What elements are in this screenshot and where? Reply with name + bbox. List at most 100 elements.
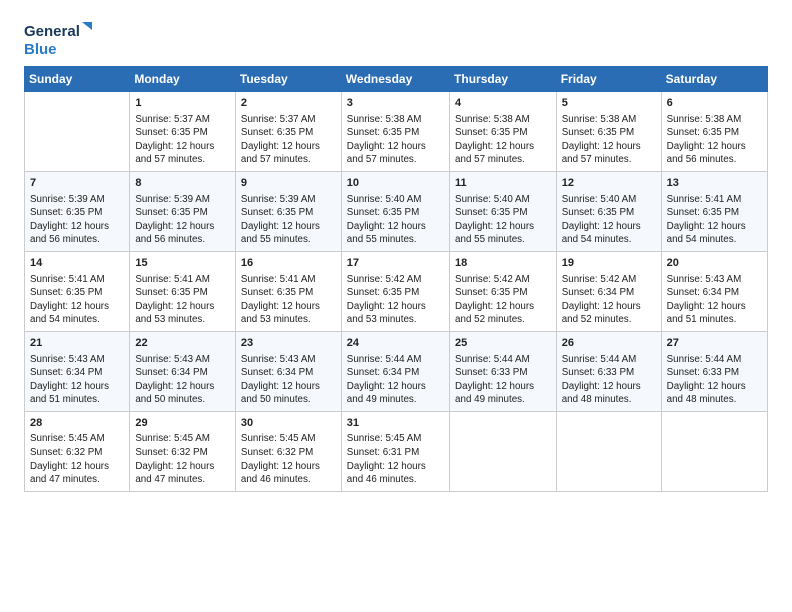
week-row-4: 21 Sunrise: 5:43 AMSunset: 6:34 PMDayligh… xyxy=(25,331,768,411)
calendar-cell xyxy=(25,92,130,172)
day-content: Sunrise: 5:42 AMSunset: 6:35 PMDaylight:… xyxy=(347,273,444,327)
header: General Blue xyxy=(24,18,768,60)
day-number: 23 xyxy=(241,336,336,351)
day-number: 19 xyxy=(562,256,656,271)
header-sunday: Sunday xyxy=(25,67,130,92)
day-number: 15 xyxy=(135,256,230,271)
day-content: Sunrise: 5:45 AMSunset: 6:32 PMDaylight:… xyxy=(241,432,336,486)
calendar-cell: 25Sunrise: 5:44 AMSunset: 6:33 PMDayligh… xyxy=(450,331,557,411)
day-number: 13 xyxy=(667,176,762,191)
calendar-cell: 11 Sunrise: 5:40 AMSunset: 6:35 PMDayligh… xyxy=(450,171,557,251)
header-thursday: Thursday xyxy=(450,67,557,92)
day-content: Sunrise: 5:43 AMSunset: 6:34 PMDaylight:… xyxy=(135,353,230,407)
header-saturday: Saturday xyxy=(661,67,767,92)
calendar-cell: 4 Sunrise: 5:38 AMSunset: 6:35 PMDaylight… xyxy=(450,92,557,172)
day-content: Sunrise: 5:43 AMSunset: 6:34 PMDaylight:… xyxy=(30,353,124,407)
day-content: Sunrise: 5:40 AMSunset: 6:35 PMDaylight:… xyxy=(455,193,551,247)
page: General Blue SundayMondayTuesdayWednesda… xyxy=(0,0,792,612)
day-content: Sunrise: 5:41 AMSunset: 6:35 PMDaylight:… xyxy=(667,193,762,247)
day-content: Sunrise: 5:38 AMSunset: 6:35 PMDaylight:… xyxy=(347,113,444,167)
calendar-cell: 21 Sunrise: 5:43 AMSunset: 6:34 PMDayligh… xyxy=(25,331,130,411)
header-tuesday: Tuesday xyxy=(235,67,341,92)
header-wednesday: Wednesday xyxy=(341,67,449,92)
day-content: Sunrise: 5:38 AMSunset: 6:35 PMDaylight:… xyxy=(455,113,551,167)
day-number: 10 xyxy=(347,176,444,191)
day-number: 11 xyxy=(455,176,551,191)
day-content: Sunrise: 5:38 AMSunset: 6:35 PMDaylight:… xyxy=(562,113,656,167)
day-number: 7 xyxy=(30,176,124,191)
day-number: 22 xyxy=(135,336,230,351)
day-content: Sunrise: 5:41 AMSunset: 6:35 PMDaylight:… xyxy=(241,273,336,327)
day-content: Sunrise: 5:44 AMSunset: 6:34 PMDaylight:… xyxy=(347,353,444,407)
header-friday: Friday xyxy=(556,67,661,92)
day-content: Sunrise: 5:40 AMSunset: 6:35 PMDaylight:… xyxy=(347,193,444,247)
header-row: SundayMondayTuesdayWednesdayThursdayFrid… xyxy=(25,67,768,92)
calendar-table: SundayMondayTuesdayWednesdayThursdayFrid… xyxy=(24,66,768,492)
calendar-cell: 14Sunrise: 5:41 AMSunset: 6:35 PMDayligh… xyxy=(25,251,130,331)
day-number: 28 xyxy=(30,416,124,431)
day-number: 24 xyxy=(347,336,444,351)
calendar-cell: 7Sunrise: 5:39 AMSunset: 6:35 PMDaylight… xyxy=(25,171,130,251)
calendar-cell: 31Sunrise: 5:45 AMSunset: 6:31 PMDayligh… xyxy=(341,411,449,491)
week-row-1: 1 Sunrise: 5:37 AMSunset: 6:35 PMDaylight… xyxy=(25,92,768,172)
day-content: Sunrise: 5:44 AMSunset: 6:33 PMDaylight:… xyxy=(562,353,656,407)
day-number: 17 xyxy=(347,256,444,271)
day-number: 5 xyxy=(562,96,656,111)
day-number: 29 xyxy=(135,416,230,431)
day-number: 31 xyxy=(347,416,444,431)
day-content: Sunrise: 5:42 AMSunset: 6:34 PMDaylight:… xyxy=(562,273,656,327)
calendar-cell: 15 Sunrise: 5:41 AMSunset: 6:35 PMDayligh… xyxy=(130,251,236,331)
day-content: Sunrise: 5:37 AMSunset: 6:35 PMDaylight:… xyxy=(241,113,336,167)
day-content: Sunrise: 5:42 AMSunset: 6:35 PMDaylight:… xyxy=(455,273,551,327)
day-content: Sunrise: 5:45 AMSunset: 6:31 PMDaylight:… xyxy=(347,432,444,486)
day-number: 12 xyxy=(562,176,656,191)
day-number: 26 xyxy=(562,336,656,351)
day-content: Sunrise: 5:45 AMSunset: 6:32 PMDaylight:… xyxy=(30,432,124,486)
day-number: 4 xyxy=(455,96,551,111)
calendar-cell: 30Sunrise: 5:45 AMSunset: 6:32 PMDayligh… xyxy=(235,411,341,491)
calendar-cell: 3 Sunrise: 5:38 AMSunset: 6:35 PMDaylight… xyxy=(341,92,449,172)
day-number: 8 xyxy=(135,176,230,191)
day-number: 20 xyxy=(667,256,762,271)
calendar-cell: 5 Sunrise: 5:38 AMSunset: 6:35 PMDaylight… xyxy=(556,92,661,172)
day-number: 3 xyxy=(347,96,444,111)
day-content: Sunrise: 5:38 AMSunset: 6:35 PMDaylight:… xyxy=(667,113,762,167)
calendar-cell: 8Sunrise: 5:39 AMSunset: 6:35 PMDaylight… xyxy=(130,171,236,251)
calendar-cell: 9Sunrise: 5:39 AMSunset: 6:35 PMDaylight… xyxy=(235,171,341,251)
calendar-cell: 2 Sunrise: 5:37 AMSunset: 6:35 PMDaylight… xyxy=(235,92,341,172)
calendar-cell: 17 Sunrise: 5:42 AMSunset: 6:35 PMDayligh… xyxy=(341,251,449,331)
calendar-cell: 10 Sunrise: 5:40 AMSunset: 6:35 PMDayligh… xyxy=(341,171,449,251)
calendar-cell: 12 Sunrise: 5:40 AMSunset: 6:35 PMDayligh… xyxy=(556,171,661,251)
svg-text:Blue: Blue xyxy=(24,41,57,58)
day-number: 21 xyxy=(30,336,124,351)
day-number: 16 xyxy=(241,256,336,271)
logo-svg: General Blue xyxy=(24,18,94,60)
calendar-cell: 1 Sunrise: 5:37 AMSunset: 6:35 PMDaylight… xyxy=(130,92,236,172)
calendar-cell: 16 Sunrise: 5:41 AMSunset: 6:35 PMDayligh… xyxy=(235,251,341,331)
calendar-cell: 26 Sunrise: 5:44 AMSunset: 6:33 PMDayligh… xyxy=(556,331,661,411)
day-number: 9 xyxy=(241,176,336,191)
calendar-cell: 23 Sunrise: 5:43 AMSunset: 6:34 PMDayligh… xyxy=(235,331,341,411)
calendar-cell: 29Sunrise: 5:45 AMSunset: 6:32 PMDayligh… xyxy=(130,411,236,491)
day-content: Sunrise: 5:41 AMSunset: 6:35 PMDaylight:… xyxy=(135,273,230,327)
calendar-cell: 18Sunrise: 5:42 AMSunset: 6:35 PMDayligh… xyxy=(450,251,557,331)
calendar-cell: 27 Sunrise: 5:44 AMSunset: 6:33 PMDayligh… xyxy=(661,331,767,411)
calendar-cell: 22 Sunrise: 5:43 AMSunset: 6:34 PMDayligh… xyxy=(130,331,236,411)
day-content: Sunrise: 5:43 AMSunset: 6:34 PMDaylight:… xyxy=(241,353,336,407)
calendar-cell xyxy=(556,411,661,491)
calendar-cell: 13 Sunrise: 5:41 AMSunset: 6:35 PMDayligh… xyxy=(661,171,767,251)
day-content: Sunrise: 5:44 AMSunset: 6:33 PMDaylight:… xyxy=(455,353,551,407)
day-number: 1 xyxy=(135,96,230,111)
week-row-2: 7Sunrise: 5:39 AMSunset: 6:35 PMDaylight… xyxy=(25,171,768,251)
day-content: Sunrise: 5:40 AMSunset: 6:35 PMDaylight:… xyxy=(562,193,656,247)
day-number: 2 xyxy=(241,96,336,111)
day-content: Sunrise: 5:37 AMSunset: 6:35 PMDaylight:… xyxy=(135,113,230,167)
calendar-cell: 20Sunrise: 5:43 AMSunset: 6:34 PMDayligh… xyxy=(661,251,767,331)
day-number: 27 xyxy=(667,336,762,351)
calendar-cell: 24 Sunrise: 5:44 AMSunset: 6:34 PMDayligh… xyxy=(341,331,449,411)
day-number: 14 xyxy=(30,256,124,271)
svg-text:General: General xyxy=(24,23,80,40)
day-number: 30 xyxy=(241,416,336,431)
day-content: Sunrise: 5:44 AMSunset: 6:33 PMDaylight:… xyxy=(667,353,762,407)
week-row-3: 14 Sunrise: 5:41 AMSunset: 6:35 PMDayligh… xyxy=(25,251,768,331)
